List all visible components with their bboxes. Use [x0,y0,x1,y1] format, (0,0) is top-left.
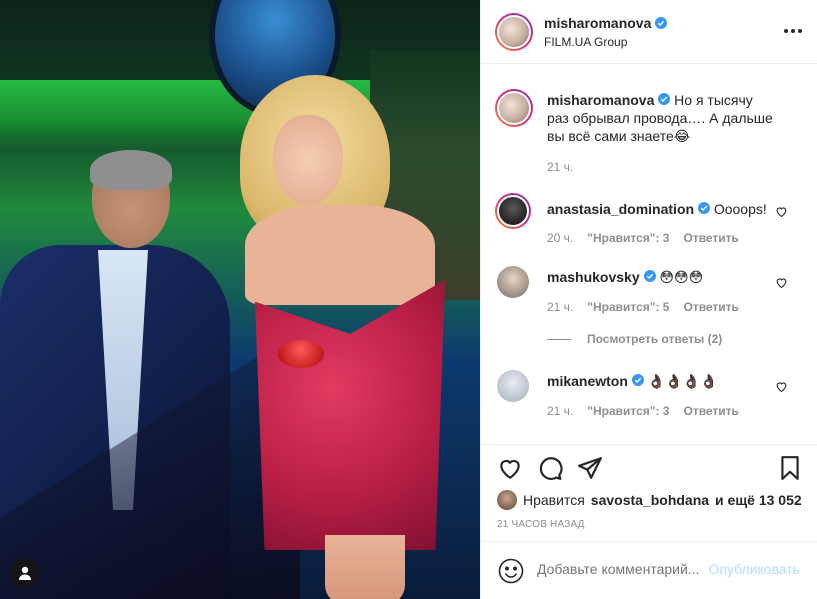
caption-time[interactable]: 21 ч. [547,160,573,174]
comment-avatar[interactable] [497,266,529,298]
caption-meta: 21 ч. [547,160,573,174]
woman-shoulders [245,205,435,305]
share-icon[interactable] [577,455,603,481]
comment-body: Oooops! [713,201,767,217]
bookmark-icon[interactable] [777,455,803,481]
caption-avatar[interactable] [495,89,533,127]
liker-avatar[interactable] [497,490,517,510]
likes-count[interactable]: и ещё 13 052 [715,492,802,508]
man-hair [90,150,172,190]
comment-username[interactable]: anastasia_domination [547,201,694,217]
caption-text: misharomanova Но я тысячу раз обрывал пр… [547,91,777,145]
reply-button[interactable]: Ответить [683,404,738,418]
heart-icon[interactable] [775,205,788,218]
action-bar [481,444,817,490]
comment-likes[interactable]: "Нравится": 3 [587,404,669,418]
comment-composer: Опубликовать [481,541,817,599]
reply-button[interactable]: Ответить [683,300,738,314]
comment-likes[interactable]: "Нравится": 5 [587,300,669,314]
verified-badge-icon [697,202,710,214]
post-timestamp[interactable]: 21 ЧАСОВ НАЗАД [497,519,585,530]
woman-face [273,115,343,205]
comment-meta: 21 ч. "Нравится": 5 Ответить [547,300,739,314]
comment-time[interactable]: 21 ч. [547,404,573,418]
heart-icon[interactable] [775,380,788,393]
woman-dress [255,280,445,550]
avatar [497,15,531,49]
comment-text: anastasia_domination Oooops! [547,200,777,218]
caption-username[interactable]: misharomanova [547,92,654,108]
comment-body: 😳😳😳 [659,269,704,285]
comment-avatar[interactable] [495,193,531,229]
liker-username[interactable]: savosta_bohdana [591,492,709,508]
heart-icon[interactable] [775,276,788,289]
comment-meta: 21 ч. "Нравится": 3 Ответить [547,404,739,418]
view-replies-label[interactable]: Посмотреть ответы (2) [587,332,722,346]
likes-prefix: Нравится [523,492,585,508]
verified-badge-icon [631,374,644,386]
replies-divider [547,338,571,340]
author-name[interactable]: misharomanova [544,15,651,31]
post-panel: misharomanova FILM.UA Group misharomanov… [480,0,817,599]
post-photo[interactable] [0,0,480,599]
verified-badge-icon [655,17,668,29]
verified-badge-icon [658,93,671,105]
woman-figure [225,75,475,599]
comment-text: mikanewton 👌🏿👌🏿👌🏿👌🏿 [547,372,777,390]
likes-summary: Нравится savosta_bohdana и ещё 13 052 [497,490,802,510]
comment-body: 👌🏿👌🏿👌🏿👌🏿 [647,373,718,389]
view-replies-button[interactable]: Посмотреть ответы (2) [547,332,722,346]
comment-icon[interactable] [537,455,563,481]
red-buzzer [278,340,324,368]
comment-text: mashukovsky 😳😳😳 [547,268,777,286]
emoji-icon[interactable] [498,558,524,584]
comment-time[interactable]: 20 ч. [547,231,573,245]
verified-badge-icon [643,270,656,282]
comment-likes[interactable]: "Нравится": 3 [587,231,669,245]
comment-username[interactable]: mikanewton [547,373,628,389]
avatar [497,91,531,125]
comment-avatar[interactable] [497,370,529,402]
comment-list: misharomanova Но я тысячу раз обрывал пр… [481,64,817,444]
avatar [497,195,529,227]
author-username[interactable]: misharomanova [544,15,668,31]
comment-meta: 20 ч. "Нравится": 3 Ответить [547,231,739,245]
post-location[interactable]: FILM.UA Group [544,35,627,49]
reply-button[interactable]: Ответить [683,231,738,245]
more-horizontal-icon[interactable] [784,22,802,40]
post-header: misharomanova FILM.UA Group [481,0,817,64]
comment-username[interactable]: mashukovsky [547,269,640,285]
post-comment-button[interactable]: Опубликовать [708,561,800,577]
heart-icon[interactable] [497,455,523,481]
comment-input[interactable] [537,561,707,577]
comment-time[interactable]: 21 ч. [547,300,573,314]
user-tag-icon[interactable] [10,558,40,588]
woman-legs [325,535,405,599]
author-avatar[interactable] [495,13,533,51]
